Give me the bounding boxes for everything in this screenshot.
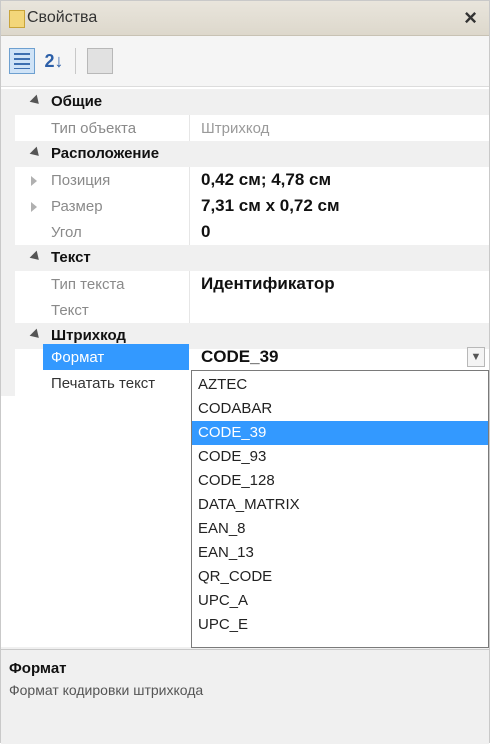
row-gutter: [1, 271, 15, 297]
column-divider: [189, 297, 190, 323]
expand-icon[interactable]: [31, 202, 37, 212]
dropdown-option[interactable]: CODE_128: [192, 469, 488, 493]
expand-icon[interactable]: [31, 176, 37, 186]
row-gutter: [1, 115, 15, 141]
collapse-icon[interactable]: [29, 328, 43, 342]
property-label: Тип текста: [51, 276, 125, 293]
title-bar[interactable]: Свойства ×: [1, 1, 489, 36]
property-row-text-type[interactable]: Тип текста Идентификатор: [1, 271, 489, 297]
property-pages-icon[interactable]: [87, 48, 113, 74]
category-general[interactable]: Общие: [1, 89, 489, 115]
dropdown-option[interactable]: DATA_MATRIX: [192, 493, 488, 517]
row-gutter: [1, 219, 15, 245]
property-value[interactable]: 7,31 см x 0,72 см: [201, 196, 340, 216]
property-row-position[interactable]: Позиция 0,42 см; 4,78 см: [1, 167, 489, 193]
category-label: Общие: [51, 93, 103, 110]
selected-property-label[interactable]: Формат: [43, 344, 189, 370]
dropdown-option[interactable]: CODABAR: [192, 397, 488, 421]
row-gutter: [1, 370, 15, 396]
dropdown-arrow-icon[interactable]: ▼: [467, 347, 485, 367]
toolbar-separator: [75, 48, 76, 74]
description-text: Формат кодировки штрихкода: [9, 682, 204, 698]
toolbar: 2↓: [1, 36, 489, 87]
row-gutter: [1, 193, 15, 219]
row-gutter: [1, 167, 15, 193]
dropdown-option[interactable]: EAN_8: [192, 517, 488, 541]
collapse-icon[interactable]: [29, 94, 43, 108]
property-label: Тип объекта: [51, 120, 137, 137]
dropdown-option[interactable]: UPC_A: [192, 589, 488, 613]
property-value[interactable]: 0: [201, 222, 210, 242]
dropdown-option[interactable]: CODE_93: [192, 445, 488, 469]
window-title: Свойства: [27, 9, 98, 26]
category-text[interactable]: Текст: [1, 245, 489, 271]
property-value[interactable]: Идентификатор: [201, 274, 335, 294]
property-label: Размер: [51, 198, 103, 215]
row-gutter: [1, 297, 15, 323]
category-layout[interactable]: Расположение: [1, 141, 489, 167]
properties-window: Свойства × 2↓ Общие Тип объекта Штрихкод…: [0, 0, 490, 744]
property-value[interactable]: 0,42 см; 4,78 см: [201, 170, 331, 190]
dropdown-option[interactable]: EAN_13: [192, 541, 488, 565]
dropdown-option[interactable]: QR_CODE: [192, 565, 488, 589]
property-label: Печатать текст: [51, 375, 156, 392]
property-row-object-type[interactable]: Тип объекта Штрихкод: [1, 115, 489, 141]
category-label: Текст: [51, 249, 91, 266]
property-row-text[interactable]: Текст: [1, 297, 489, 323]
dropdown-option[interactable]: UPC_E: [192, 613, 488, 637]
row-gutter: [1, 344, 15, 370]
column-divider: [189, 115, 190, 141]
collapse-icon[interactable]: [29, 146, 43, 160]
column-divider: [189, 271, 190, 297]
alphabetical-sort-icon[interactable]: 2↓: [41, 48, 67, 74]
property-label: Позиция: [51, 172, 111, 189]
dropdown-option-selected[interactable]: CODE_39: [192, 421, 488, 445]
category-label: Штрихкод: [51, 327, 126, 344]
column-divider: [189, 219, 190, 245]
column-divider: [189, 167, 190, 193]
property-row-format[interactable]: Формат CODE_39 ▼: [1, 344, 489, 370]
property-label: Угол: [51, 224, 82, 241]
category-label: Расположение: [51, 145, 160, 162]
property-value: Штрихкод: [201, 120, 270, 137]
format-dropdown-list[interactable]: AZTEC CODABAR CODE_39 CODE_93 CODE_128 D…: [191, 370, 489, 648]
description-panel: Формат Формат кодировки штрихкода: [1, 649, 489, 744]
property-row-size[interactable]: Размер 7,31 см x 0,72 см: [1, 193, 489, 219]
properties-window-icon: [9, 10, 25, 28]
format-combo-value[interactable]: CODE_39: [201, 347, 278, 367]
description-title: Формат: [9, 660, 67, 677]
column-divider: [189, 193, 190, 219]
categorized-icon[interactable]: [9, 48, 35, 74]
property-row-angle[interactable]: Угол 0: [1, 219, 489, 245]
close-button[interactable]: ×: [464, 5, 477, 31]
property-label: Текст: [51, 302, 89, 319]
collapse-icon[interactable]: [29, 250, 43, 264]
property-label: Формат: [51, 349, 105, 366]
dropdown-option[interactable]: AZTEC: [192, 373, 488, 397]
